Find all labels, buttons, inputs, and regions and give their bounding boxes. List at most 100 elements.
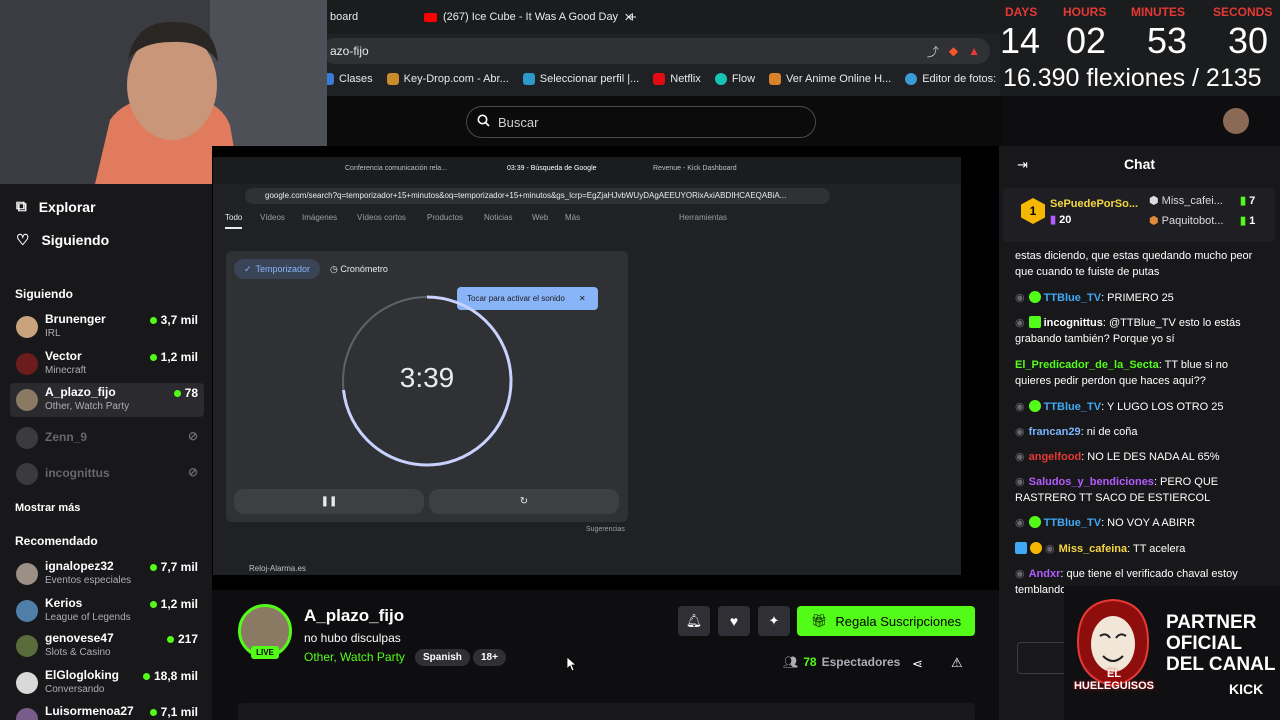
bookmark-item[interactable]: Flow [714, 73, 755, 85]
channel-name: Brunenger [45, 312, 106, 326]
gift-subs-button[interactable]: 🎁︎ Regala Suscripciones [797, 606, 975, 636]
chat-username[interactable]: angelfood [1029, 451, 1082, 463]
browser-tab-youtube[interactable]: (267) Ice Cube - It Was A Good Day [424, 6, 620, 28]
content-panel [238, 703, 975, 720]
bookmark-item[interactable]: Ver Anime Online H... [769, 73, 891, 85]
tag-pill[interactable]: Spanish [415, 649, 470, 666]
bell-icon: 🔔︎ [685, 613, 703, 628]
user-avatar[interactable] [1223, 108, 1249, 134]
inner-tab-active: 03:39 - Búsqueda de Google [507, 165, 597, 172]
live-badge: LIVE [251, 646, 279, 659]
sidebar-channel[interactable]: genovese47 Slots & Casino 217 [10, 629, 204, 663]
chat-username[interactable]: Saludos_y_bendiciones [1029, 476, 1154, 488]
chat-username[interactable]: TTBlue_TV [1044, 517, 1101, 529]
channel-name: Vector [45, 349, 82, 363]
verified-badge [1028, 291, 1041, 303]
chat-username[interactable]: Miss_cafeina [1059, 543, 1127, 555]
share-icon[interactable]: ⋖ [912, 656, 923, 672]
check-icon: ✓ [243, 263, 252, 274]
logo-text: EL HUELEGUISOS [1073, 668, 1155, 692]
pushups-counter: 16.390 flexiones / 2135 [1003, 64, 1262, 92]
show-more-link[interactable]: Mostrar más [15, 502, 80, 514]
viewer-count: 217 [166, 632, 198, 646]
chat-username[interactable]: Andxr [1029, 568, 1061, 580]
plus-icon[interactable]: + [628, 6, 637, 28]
stream-category[interactable]: Other, Watch Party [304, 650, 405, 664]
viewer-count-text: 18,8 mil [153, 669, 198, 683]
sidebar-channel-offline[interactable]: incognittus ⊘ [10, 457, 204, 491]
gift-subs-label: Regala Suscripciones [835, 613, 962, 629]
gifter-row[interactable]: ⬢ Paquitobot... [1149, 214, 1223, 227]
eye-icon: ◉ [1015, 568, 1025, 580]
chat-username[interactable]: El_Predicador_de_la_Secta [1015, 359, 1159, 371]
sidebar-channel-offline[interactable]: Zenn_9 ⊘ [10, 421, 204, 455]
bookmark-item[interactable]: Seleccionar perfil |... [522, 73, 639, 85]
bookmark-item[interactable]: Clases [322, 73, 373, 85]
chat-title: Chat [1123, 156, 1156, 172]
sidebar-channel[interactable]: Vector Minecraft 1,2 mil [10, 347, 204, 381]
eye-icon: ◉ [1045, 543, 1055, 555]
report-icon[interactable]: ⚠ [951, 655, 963, 671]
viewer-count-text: 3,7 mil [160, 313, 198, 327]
viewer-count-text: 7,1 mil [160, 705, 198, 719]
chat-username[interactable]: TTBlue_TV [1044, 401, 1101, 413]
google-nav-item: Más [565, 213, 581, 222]
gift-icon: 🎁︎ [810, 613, 828, 628]
top-gifter-count: ▮ 20 [1050, 213, 1071, 226]
bookmarks-bar: Clases Key-Drop.com - Abr... Seleccionar… [322, 68, 1029, 90]
google-nav-item: Web [532, 213, 549, 222]
verified-badge [1028, 400, 1041, 412]
gifter-count: ▮ 1 [1240, 215, 1256, 227]
countdown-days: 14 [1000, 20, 1041, 61]
bookmark-item[interactable]: Netflix [653, 73, 701, 85]
avatar [16, 672, 38, 694]
bookmark-label: Netflix [670, 73, 701, 85]
search-input[interactable]: Buscar [466, 106, 816, 138]
top-gifter-name[interactable]: SePuedePorSo... [1050, 198, 1138, 210]
sidebar-nav-siguiendo[interactable]: ♡ Siguiendo [16, 231, 109, 249]
channel-name: genovese47 [45, 631, 114, 645]
google-nav-item: Noticias [484, 213, 513, 222]
stopwatch-tab-label: Cronómetro [340, 264, 388, 274]
partner-line: PARTNER [1166, 612, 1257, 633]
chat-username[interactable]: incognittus [1044, 317, 1103, 329]
nav-label: Explorar [38, 198, 96, 215]
address-bar[interactable]: azo-fijo ⤴ ◆ ▲ [322, 38, 990, 64]
sidebar-channel[interactable]: ignalopez32 Eventos especiales 7,7 mil [10, 557, 204, 591]
inner-address-bar: google.com/search?q=temporizador+15+minu… [245, 188, 830, 204]
inner-tab: Revenue - Kick Dashboard [653, 165, 737, 172]
sidebar-channel-active[interactable]: A_plazo_fijo Other, Watch Party 78 [10, 383, 204, 417]
chat-message: ◉ Saludos_y_bendiciones: PERO QUE RASTRER… [1015, 474, 1265, 506]
sparkle-button[interactable]: ✦ [758, 606, 790, 636]
follow-button[interactable]: ♥ [718, 606, 750, 636]
viewer-count: 👥︎ 78 Espectadores [783, 655, 900, 669]
notification-bell-button[interactable]: 🔔︎ [678, 606, 710, 636]
chat-message: ◉ angelfood: NO LE DES NADA AL 65% [1015, 449, 1265, 465]
avatar [16, 563, 38, 585]
brave-icon[interactable]: ◆ [949, 44, 958, 58]
sidebar-channel[interactable]: Kerios League of Legends 1,2 mil [10, 594, 204, 628]
gifter-row[interactable]: ⬢ Miss_cafei... [1149, 194, 1223, 207]
countdown-minutes: 53 [1147, 20, 1188, 61]
share-icon[interactable]: ⤴ [927, 43, 939, 60]
sidebar-channel[interactable]: ElGlogloking Conversando 18,8 mil [10, 666, 204, 700]
live-dot [149, 563, 157, 571]
channel-category: League of Legends [45, 612, 131, 623]
channel-name: Kerios [45, 596, 83, 610]
countdown-label: DAYS [1005, 5, 1038, 19]
compass-icon: ⧉ [16, 198, 27, 215]
bookmark-item[interactable]: Key-Drop.com - Abr... [386, 73, 509, 85]
tag-pill[interactable]: 18+ [473, 649, 506, 666]
chat-username[interactable]: francan29 [1029, 426, 1081, 438]
browser-tab[interactable]: board [330, 6, 358, 28]
rewards-icon[interactable]: ▲ [968, 44, 980, 58]
channel-name: A_plazo_fijo [45, 385, 116, 399]
streamer-name[interactable]: A_plazo_fijo [304, 606, 404, 626]
section-title-following: Siguiendo [15, 287, 73, 301]
google-nav-item: Imágenes [302, 213, 338, 222]
chat-username[interactable]: TTBlue_TV [1044, 292, 1101, 304]
sidebar-channel[interactable]: Luisormenoa27 7,1 mil [10, 702, 204, 720]
avatar [16, 427, 38, 449]
sidebar-channel[interactable]: Brunenger IRL 3,7 mil [10, 310, 204, 344]
sidebar-nav-explorar[interactable]: ⧉ Explorar [16, 198, 96, 215]
